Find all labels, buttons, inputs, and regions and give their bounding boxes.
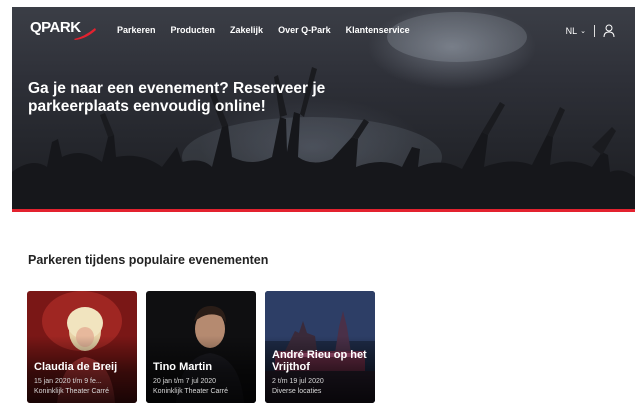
event-venue: Diverse locaties (272, 388, 322, 395)
card-text: Claudia de Breij 15 jan 2020 t/m 9 fe...… (34, 361, 132, 397)
top-navigation: QPARK Parkeren Producten Zakelijk Over Q… (12, 7, 635, 47)
event-venue: Koninklijk Theater Carré (34, 388, 109, 395)
event-title: André Rieu op het Vrijthof (272, 349, 367, 373)
event-date: 20 jan t/m 7 jul 2020 (153, 378, 217, 385)
hero-accent-line (12, 209, 635, 212)
event-venue: Koninklijk Theater Carré (153, 388, 228, 395)
nav-zakelijk[interactable]: Zakelijk (230, 25, 263, 35)
nav-klantenservice[interactable]: Klantenservice (346, 25, 410, 35)
event-card-claudia[interactable]: Claudia de Breij 15 jan 2020 t/m 9 fe...… (27, 291, 137, 403)
card-text: André Rieu op het Vrijthof 2 t/m 19 jul … (272, 349, 370, 397)
nav-utilities: NL ⌄ (566, 24, 615, 37)
section-title: Parkeren tijdens populaire evenementen (28, 253, 269, 267)
event-date: 15 jan 2020 t/m 9 fe... (34, 378, 102, 385)
language-selector[interactable]: NL (566, 26, 578, 36)
event-card-tino[interactable]: Tino Martin 20 jan t/m 7 jul 2020 Konink… (146, 291, 256, 403)
nav-parkeren[interactable]: Parkeren (117, 25, 156, 35)
qpark-logo[interactable]: QPARK (30, 19, 110, 43)
user-icon[interactable] (603, 24, 615, 37)
event-date: 2 t/m 19 jul 2020 (272, 378, 324, 385)
event-cards: Claudia de Breij 15 jan 2020 t/m 9 fe...… (27, 291, 375, 403)
hero-title: Ga je naar een evenement? Reserveer je p… (28, 80, 326, 115)
logo-swoosh-icon (74, 28, 96, 40)
event-title: Claudia de Breij (34, 361, 118, 373)
event-card-andre-rieu[interactable]: André Rieu op het Vrijthof 2 t/m 19 jul … (265, 291, 375, 403)
nav-producten[interactable]: Producten (171, 25, 216, 35)
nav-over-qpark[interactable]: Over Q-Park (278, 25, 331, 35)
chevron-down-icon: ⌄ (580, 27, 586, 35)
event-title: Tino Martin (153, 361, 213, 373)
card-text: Tino Martin 20 jan t/m 7 jul 2020 Konink… (153, 361, 251, 397)
main-menu: Parkeren Producten Zakelijk Over Q-Park … (117, 25, 425, 35)
logo-text: QPARK (30, 19, 81, 36)
nav-divider (594, 24, 595, 37)
